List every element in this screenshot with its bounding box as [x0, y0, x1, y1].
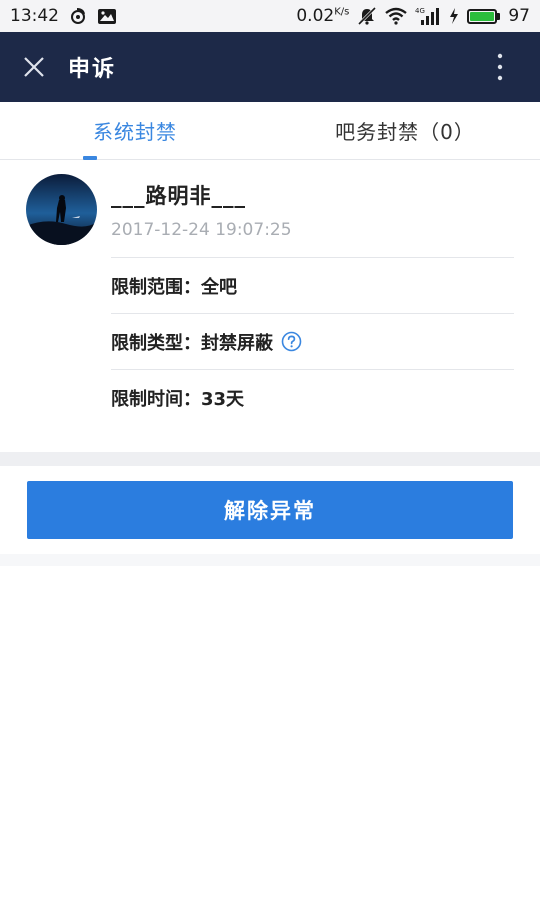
signal-4g-icon: 4G — [415, 6, 441, 26]
tab-bar: 系统封禁 吧务封禁（0） — [0, 102, 540, 160]
scope-label: 限制范围： — [111, 276, 201, 298]
ban-timestamp: 2017-12-24 19:07:25 — [111, 220, 292, 240]
tab-system-ban[interactable]: 系统封禁 — [0, 102, 270, 160]
battery-icon — [467, 8, 501, 24]
status-bar: 13:42 0.02K/s 4G 97 — [0, 0, 540, 32]
tab-moderator-ban[interactable]: 吧务封禁（0） — [270, 102, 540, 159]
type-value: 封禁屏蔽 — [201, 332, 273, 354]
status-time: 13:42 — [10, 6, 59, 26]
network-speed: 0.02K/s — [296, 6, 349, 26]
tab-system-ban-label: 系统封禁 — [93, 120, 177, 144]
more-options-button[interactable] — [460, 32, 540, 102]
help-icon[interactable] — [281, 331, 302, 352]
info-row-duration: 限制时间： 33天 — [111, 369, 514, 425]
mute-icon — [357, 6, 377, 26]
close-button[interactable] — [0, 32, 68, 102]
page-title: 申诉 — [68, 57, 117, 82]
charging-icon — [449, 8, 459, 24]
duration-value: 33天 — [201, 388, 245, 410]
duration-label: 限制时间： — [111, 388, 201, 410]
gallery-icon — [97, 8, 117, 25]
close-icon — [24, 57, 44, 77]
ban-record-card: ___路明非___ 2017-12-24 19:07:25 限制范围： 全吧 限… — [0, 160, 540, 452]
weibo-icon — [69, 7, 87, 25]
info-row-scope: 限制范围： 全吧 — [111, 257, 514, 313]
type-label: 限制类型： — [111, 332, 201, 354]
app-bar: 申诉 — [0, 32, 540, 102]
avatar[interactable] — [26, 174, 97, 245]
battery-tip — [497, 12, 501, 20]
scope-value: 全吧 — [201, 276, 237, 298]
battery-fill — [470, 11, 494, 21]
resolve-exception-button[interactable]: 解除异常 — [27, 481, 513, 539]
ban-info-list: 限制范围： 全吧 限制类型： 封禁屏蔽 限制时间： 33天 — [111, 257, 514, 425]
action-area: 解除异常 — [0, 466, 540, 554]
section-divider — [0, 452, 540, 466]
wifi-icon — [385, 7, 408, 25]
net-speed-value: 0.02 — [296, 6, 335, 26]
status-right: 0.02K/s 4G 97 — [296, 6, 530, 26]
battery-body — [467, 8, 498, 24]
battery-level: 97 — [508, 6, 530, 26]
bottom-divider — [0, 554, 540, 566]
tab-moderator-ban-label: 吧务封禁（0） — [335, 120, 475, 144]
status-left: 13:42 — [10, 6, 117, 26]
username[interactable]: ___路明非___ — [111, 180, 246, 210]
svg-text:4G: 4G — [415, 7, 425, 15]
info-row-type: 限制类型： 封禁屏蔽 — [111, 313, 514, 369]
net-speed-unit: K/s — [334, 6, 350, 18]
more-vertical-icon — [497, 53, 503, 81]
